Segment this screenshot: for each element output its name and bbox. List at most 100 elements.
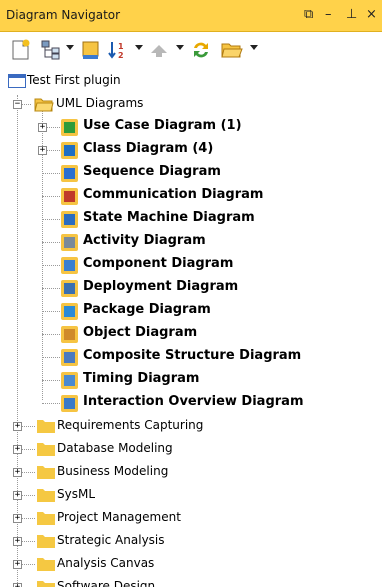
tree-node-label: Use Case Diagram (1) bbox=[83, 118, 242, 133]
open-folder-icon[interactable] bbox=[220, 39, 244, 59]
tree-node-label: Activity Diagram bbox=[83, 233, 206, 248]
tree-node-label: Package Diagram bbox=[83, 302, 211, 317]
tree-node-label: State Machine Diagram bbox=[83, 210, 255, 225]
class-diagram-icon bbox=[61, 142, 78, 159]
tree-view-dropdown-icon[interactable] bbox=[66, 45, 74, 50]
expand-icon[interactable]: + bbox=[13, 560, 22, 569]
expand-icon[interactable]: + bbox=[38, 123, 47, 132]
open-folder-dropdown-icon[interactable] bbox=[250, 45, 258, 50]
tree-node-label: Component Diagram bbox=[83, 256, 234, 271]
folder-icon bbox=[36, 580, 56, 587]
tree-node-project-management[interactable]: + Project Management bbox=[0, 507, 382, 529]
up-dropdown-icon[interactable] bbox=[176, 45, 184, 50]
expand-icon[interactable]: + bbox=[13, 537, 22, 546]
tree-node-deployment-diagram[interactable]: Deployment Diagram bbox=[0, 277, 382, 299]
folder-icon bbox=[36, 465, 56, 480]
tree-node-label: Sequence Diagram bbox=[83, 164, 221, 179]
tree-node-interaction-overview-diagram[interactable]: Interaction Overview Diagram bbox=[0, 392, 382, 414]
tree-node-label: Composite Structure Diagram bbox=[83, 348, 302, 363]
up-arrow-icon[interactable] bbox=[148, 39, 170, 59]
tree-node-label: Communication Diagram bbox=[83, 187, 264, 202]
tree-node-use-case-diagram[interactable]: + Use Case Diagram (1) bbox=[0, 116, 382, 138]
restore-icon[interactable]: ⧉ bbox=[304, 7, 313, 22]
tree-node-state-machine-diagram[interactable]: State Machine Diagram bbox=[0, 208, 382, 230]
tree-node-uml-diagrams[interactable]: − UML Diagrams bbox=[0, 93, 382, 115]
tree-node-label: Object Diagram bbox=[83, 325, 198, 340]
new-diagram-icon[interactable] bbox=[10, 39, 32, 60]
tree-view-icon[interactable] bbox=[40, 39, 62, 60]
tree-node-label: Class Diagram (4) bbox=[83, 141, 214, 156]
use-case-diagram-icon bbox=[61, 119, 78, 136]
tree-node-analysis-canvas[interactable]: + Analysis Canvas bbox=[0, 553, 382, 575]
expand-icon[interactable]: + bbox=[13, 445, 22, 454]
tree-node-label: Timing Diagram bbox=[83, 371, 200, 386]
activity-diagram-icon bbox=[61, 234, 78, 251]
deployment-diagram-icon bbox=[61, 280, 78, 297]
expand-icon[interactable]: + bbox=[13, 491, 22, 500]
tree-node-composite-structure-diagram[interactable]: Composite Structure Diagram bbox=[0, 346, 382, 368]
folder-icon bbox=[36, 511, 56, 526]
sort-dropdown-icon[interactable] bbox=[135, 45, 143, 50]
package-diagram-icon bbox=[61, 303, 78, 320]
bookmark-icon[interactable] bbox=[80, 39, 102, 59]
tree-node-label: Deployment Diagram bbox=[83, 279, 239, 294]
tree-node-timing-diagram[interactable]: Timing Diagram bbox=[0, 369, 382, 391]
navigator-toolbar: 1 2 bbox=[0, 33, 382, 65]
tree-node-label: Requirements Capturing bbox=[57, 418, 204, 432]
panel-title-bar: Diagram Navigator ⧉ – ⊥ × bbox=[0, 0, 382, 32]
tree-node-class-diagram[interactable]: + Class Diagram (4) bbox=[0, 139, 382, 161]
folder-icon bbox=[36, 557, 56, 572]
tree-node-database-modeling[interactable]: + Database Modeling bbox=[0, 438, 382, 460]
minimize-icon[interactable]: – bbox=[325, 7, 332, 22]
expand-icon[interactable]: + bbox=[13, 583, 22, 587]
tree-node-label: Interaction Overview Diagram bbox=[83, 394, 304, 409]
folder-icon bbox=[36, 419, 56, 434]
tree-node-sequence-diagram[interactable]: Sequence Diagram bbox=[0, 162, 382, 184]
tree-node-software-design[interactable]: + Software Design bbox=[0, 576, 382, 587]
tree-node-business-modeling[interactable]: + Business Modeling bbox=[0, 461, 382, 483]
pin-icon[interactable]: ⊥ bbox=[346, 7, 357, 22]
sequence-diagram-icon bbox=[61, 165, 78, 182]
panel-title: Diagram Navigator bbox=[6, 8, 121, 22]
tree-node-label: SysML bbox=[57, 487, 96, 501]
tree-node-label: UML Diagrams bbox=[56, 96, 144, 110]
sort-icon[interactable]: 1 2 bbox=[107, 39, 129, 60]
tree-node-object-diagram[interactable]: Object Diagram bbox=[0, 323, 382, 345]
refresh-icon[interactable] bbox=[190, 39, 212, 59]
tree-node-package-diagram[interactable]: Package Diagram bbox=[0, 300, 382, 322]
tree-node-activity-diagram[interactable]: Activity Diagram bbox=[0, 231, 382, 253]
tree-node-component-diagram[interactable]: Component Diagram bbox=[0, 254, 382, 276]
tree-root[interactable]: Test First plugin bbox=[0, 70, 382, 92]
tree-node-communication-diagram[interactable]: Communication Diagram bbox=[0, 185, 382, 207]
interaction-overview-diagram-icon bbox=[61, 395, 78, 412]
tree-node-requirements-capturing[interactable]: + Requirements Capturing bbox=[0, 415, 382, 437]
timing-diagram-icon bbox=[61, 372, 78, 389]
close-icon[interactable]: × bbox=[366, 7, 377, 22]
svg-text:1: 1 bbox=[118, 42, 124, 51]
tree-node-label: Strategic Analysis bbox=[57, 533, 165, 547]
expand-icon[interactable]: + bbox=[38, 146, 47, 155]
collapse-icon[interactable]: − bbox=[13, 100, 22, 109]
composite-structure-diagram-icon bbox=[61, 349, 78, 366]
expand-icon[interactable]: + bbox=[13, 514, 22, 523]
tree-node-label: Project Management bbox=[57, 510, 181, 524]
tree-node-label: Analysis Canvas bbox=[57, 556, 155, 570]
folder-icon bbox=[36, 534, 56, 549]
component-diagram-icon bbox=[61, 257, 78, 274]
project-icon bbox=[8, 74, 26, 88]
communication-diagram-icon bbox=[61, 188, 78, 205]
folder-open-icon bbox=[34, 97, 54, 112]
tree-node-sysml[interactable]: + SysML bbox=[0, 484, 382, 506]
folder-icon bbox=[36, 442, 56, 457]
tree-node-label: Database Modeling bbox=[57, 441, 173, 455]
diagram-tree: Test First plugin − UML Diagrams + Use C… bbox=[0, 67, 382, 587]
state-machine-diagram-icon bbox=[61, 211, 78, 228]
expand-icon[interactable]: + bbox=[13, 422, 22, 431]
object-diagram-icon bbox=[61, 326, 78, 343]
expand-icon[interactable]: + bbox=[13, 468, 22, 477]
tree-root-label: Test First plugin bbox=[27, 73, 121, 87]
tree-node-label: Business Modeling bbox=[57, 464, 169, 478]
folder-icon bbox=[36, 488, 56, 503]
tree-node-strategic-analysis[interactable]: + Strategic Analysis bbox=[0, 530, 382, 552]
svg-text:2: 2 bbox=[118, 51, 124, 60]
